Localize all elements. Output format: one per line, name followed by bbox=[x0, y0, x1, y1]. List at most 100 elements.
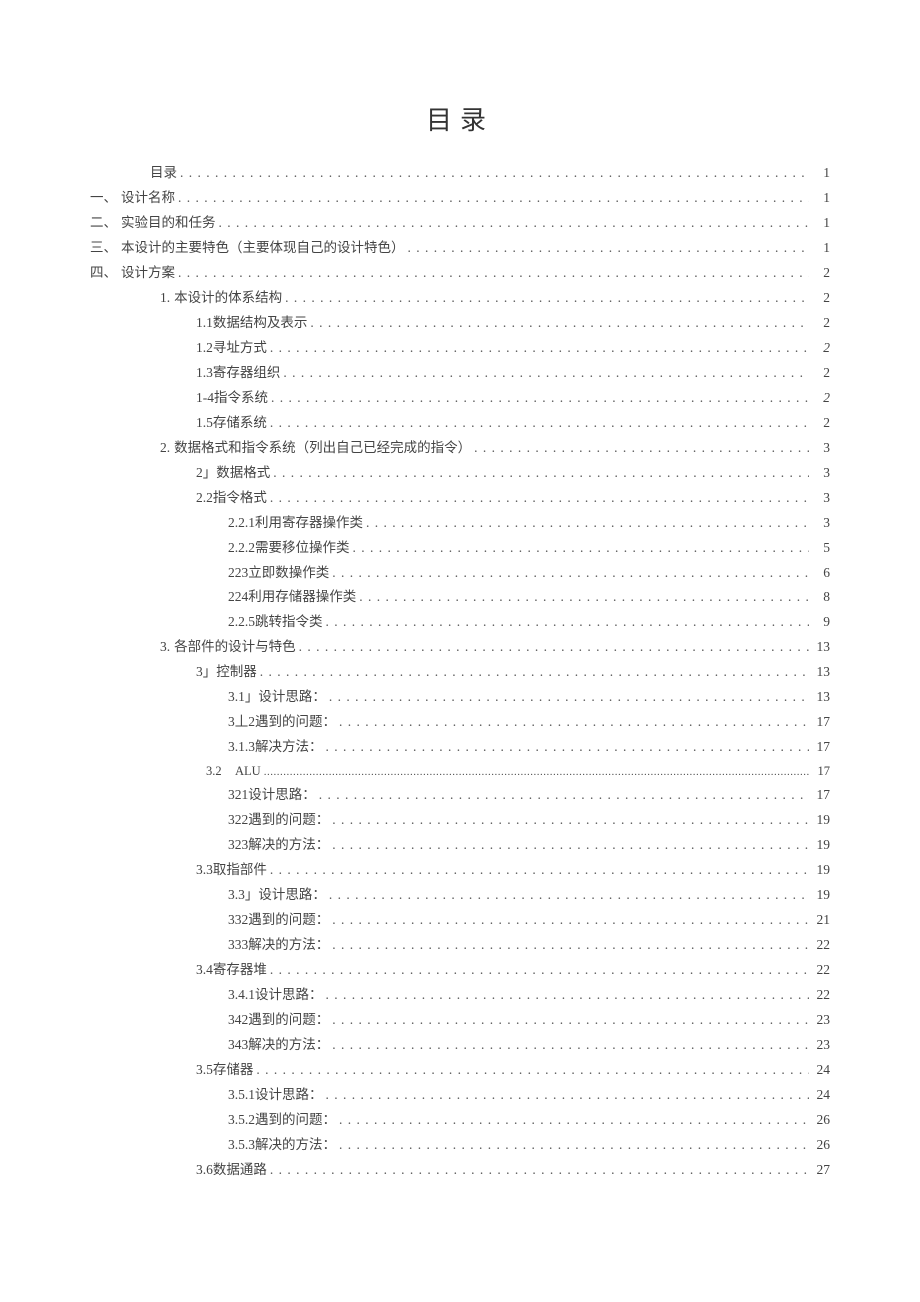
toc-page-number: 6 bbox=[812, 561, 830, 586]
toc-entry: 2.2.1利用寄存器操作类3 bbox=[90, 511, 830, 536]
toc-text: 3.3」设计思路： bbox=[228, 883, 326, 908]
toc-text: 322遇到的问题： bbox=[228, 808, 329, 833]
toc-entry: 1.3寄存器组织2 bbox=[90, 361, 830, 386]
toc-leader-dots bbox=[270, 486, 809, 511]
toc-leader-dots bbox=[329, 685, 809, 710]
toc-entry: 2.2.5跳转指令类 9 bbox=[90, 610, 830, 635]
toc-prefix: 二、 bbox=[90, 211, 121, 236]
toc-leader-dots bbox=[270, 958, 809, 983]
toc-leader-dots bbox=[178, 261, 809, 286]
toc-text: 设计方案 bbox=[121, 261, 175, 286]
toc-text: 2.2.1利用寄存器操作类 bbox=[228, 511, 363, 536]
toc-text: 实验目的和任务 bbox=[121, 211, 216, 236]
toc-page-number: 13 bbox=[812, 635, 830, 660]
toc-page-number: 3 bbox=[812, 486, 830, 511]
toc-text: 2.2.5跳转指令类 bbox=[228, 610, 323, 635]
toc-text: 321设计思路： bbox=[228, 783, 316, 808]
toc-text: 223立即数操作类 bbox=[228, 561, 329, 586]
toc-entry: 3.3取指部件19 bbox=[90, 858, 830, 883]
toc-entry: 223立即数操作类 6 bbox=[90, 561, 830, 586]
toc-entry: 3.4寄存器堆22 bbox=[90, 958, 830, 983]
page-title: 目录 bbox=[90, 100, 830, 137]
toc-prefix: 3.2 bbox=[206, 760, 226, 783]
toc-page-number: 2 bbox=[812, 361, 830, 386]
toc-leader-dots bbox=[366, 511, 809, 536]
toc-page-number: 24 bbox=[812, 1083, 830, 1108]
toc-entry: 332遇到的问题：21 bbox=[90, 908, 830, 933]
toc-page-number: 17 bbox=[812, 735, 830, 760]
toc-page-number: 3 bbox=[812, 461, 830, 486]
toc-text: 3丄2遇到的问题： bbox=[228, 710, 336, 735]
toc-entry: 三、本设计的主要特色（主要体现自己的设计特色）1 bbox=[90, 236, 830, 261]
toc-page-number: 26 bbox=[812, 1108, 830, 1133]
toc-entry: 3.3」设计思路：19 bbox=[90, 883, 830, 908]
toc-entry: 321设计思路： 17 bbox=[90, 783, 830, 808]
toc-entry: 1.1数据结构及表示2 bbox=[90, 311, 830, 336]
toc-prefix: 三、 bbox=[90, 236, 121, 261]
toc-leader-dots bbox=[260, 660, 809, 685]
toc-leader-dots bbox=[256, 1058, 809, 1083]
toc-prefix: 四、 bbox=[90, 261, 121, 286]
toc-leader-dots bbox=[271, 386, 809, 411]
toc-entry: 322遇到的问题： 19 bbox=[90, 808, 830, 833]
toc-page-number: 1 bbox=[812, 186, 830, 211]
toc-text: 1.5存储系统 bbox=[196, 411, 267, 436]
toc-page-number: 2 bbox=[812, 286, 830, 311]
toc-text: ALU bbox=[235, 760, 261, 783]
toc-page-number: 13 bbox=[812, 685, 830, 710]
toc-page-number: 23 bbox=[812, 1033, 830, 1058]
toc-leader-dots bbox=[326, 1083, 810, 1108]
toc-text: 224利用存储器操作类 bbox=[228, 585, 356, 610]
toc-page-number: 22 bbox=[812, 933, 830, 958]
toc-leader-dots bbox=[332, 1008, 809, 1033]
toc-entry: 343解决的方法： 23 bbox=[90, 1033, 830, 1058]
toc-leader-dots bbox=[359, 585, 809, 610]
toc-page-number: 22 bbox=[812, 958, 830, 983]
toc-page-number: 9 bbox=[812, 610, 830, 635]
toc-leader-dots bbox=[326, 735, 810, 760]
toc-entry: 3.1」设计思路： 13 bbox=[90, 685, 830, 710]
toc-entry: 二、实验目的和任务1 bbox=[90, 211, 830, 236]
toc-page-number: 2 bbox=[812, 261, 830, 286]
toc-entry: 333解决的方法：22 bbox=[90, 933, 830, 958]
toc-leader-dots bbox=[326, 983, 810, 1008]
toc-prefix: 2. bbox=[160, 436, 174, 461]
toc-entry: 3」控制器13 bbox=[90, 660, 830, 685]
toc-page-number: 13 bbox=[812, 660, 830, 685]
toc-entry: 3.5.2遇到的问题：26 bbox=[90, 1108, 830, 1133]
toc-leader-dots bbox=[332, 561, 809, 586]
toc-leader-dots bbox=[339, 710, 809, 735]
toc-page-number: 17 bbox=[812, 783, 830, 808]
toc-leader-dots bbox=[353, 536, 810, 561]
toc-entry: 1.本设计的体系结构2 bbox=[90, 286, 830, 311]
toc-page-number: 19 bbox=[812, 808, 830, 833]
toc-entry: 一、设计名称1 bbox=[90, 186, 830, 211]
toc-entry: 2.数据格式和指令系统（列出自己已经完成的指令）3 bbox=[90, 436, 830, 461]
toc-page-number: 2 bbox=[812, 336, 830, 361]
toc-leader-dots bbox=[329, 883, 809, 908]
toc-text: 1.2寻址方式 bbox=[196, 336, 267, 361]
toc-text: 数据格式和指令系统（列出自己已经完成的指令） bbox=[174, 436, 471, 461]
toc-text: 342遇到的问题： bbox=[228, 1008, 329, 1033]
toc-entry: 3.5.1设计思路：24 bbox=[90, 1083, 830, 1108]
toc-entry: 目录1 bbox=[90, 161, 830, 186]
toc-page-number: 8 bbox=[812, 585, 830, 610]
toc-entry: 342遇到的问题：23 bbox=[90, 1008, 830, 1033]
toc-leader-dots bbox=[332, 933, 809, 958]
toc-text: 343解决的方法： bbox=[228, 1033, 329, 1058]
toc-entry: 1.5存储系统2 bbox=[90, 411, 830, 436]
toc-entry: 3.各部件的设计与特色13 bbox=[90, 635, 830, 660]
toc-text: 设计名称 bbox=[121, 186, 175, 211]
toc-entry: 四、设计方案 2 bbox=[90, 261, 830, 286]
toc-leader-dots bbox=[319, 783, 809, 808]
toc-leader-dots bbox=[219, 211, 810, 236]
toc-leader-dots bbox=[332, 808, 809, 833]
toc-text: 323解决的方法： bbox=[228, 833, 329, 858]
toc-text: 1.1数据结构及表示 bbox=[196, 311, 307, 336]
toc-text: 3.1」设计思路： bbox=[228, 685, 326, 710]
table-of-contents: 目录1一、设计名称1二、实验目的和任务1三、本设计的主要特色（主要体现自己的设计… bbox=[90, 161, 830, 1183]
toc-leader-dots bbox=[310, 311, 809, 336]
toc-leader-dots bbox=[264, 760, 809, 783]
toc-leader-dots bbox=[270, 1158, 809, 1183]
toc-entry: 2.2指令格式3 bbox=[90, 486, 830, 511]
